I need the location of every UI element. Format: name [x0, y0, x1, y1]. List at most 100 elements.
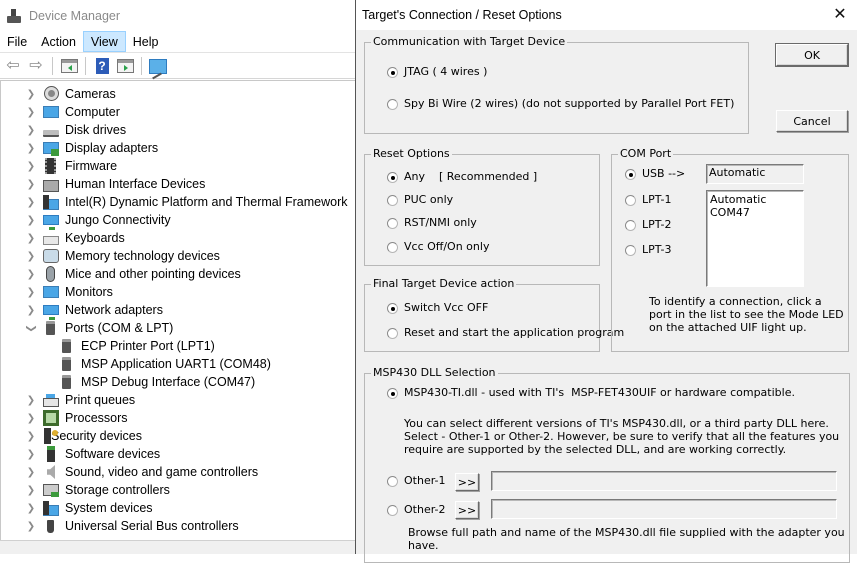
chevron-right-icon[interactable]: ❯ — [25, 143, 37, 154]
radio-button[interactable] — [387, 504, 398, 516]
radio-button[interactable] — [387, 475, 398, 487]
chevron-right-icon[interactable]: ❯ — [25, 431, 37, 442]
radio-reset-vcc[interactable]: Vcc Off/On only — [387, 240, 489, 254]
close-icon[interactable]: ✕ — [830, 5, 850, 25]
chevron-right-icon[interactable]: ❯ — [25, 287, 37, 298]
help-icon: ? — [95, 58, 109, 74]
ok-button[interactable]: OK — [775, 43, 849, 67]
radio-button[interactable] — [625, 168, 636, 180]
chevron-right-icon[interactable]: ❯ — [25, 89, 37, 100]
radio-button[interactable] — [387, 387, 398, 399]
other-1-path-field[interactable] — [491, 471, 837, 491]
radio-button[interactable] — [387, 302, 398, 314]
radio-other-2[interactable]: Other-2 — [387, 503, 446, 517]
chevron-right-icon[interactable]: ❯ — [25, 395, 37, 406]
radio-switch-vcc-off[interactable]: Switch Vcc OFF — [387, 301, 488, 315]
radio-button[interactable] — [387, 327, 398, 339]
chevron-right-icon[interactable]: ❯ — [25, 197, 37, 208]
chevron-right-icon[interactable]: ❯ — [25, 521, 37, 532]
tree-device[interactable]: MSP Debug Interface (COM47) — [59, 373, 255, 391]
tree-category[interactable]: ❯ Keyboards — [25, 229, 125, 247]
show-hide-console-tree-button[interactable] — [59, 56, 79, 76]
radio-jtag[interactable]: JTAG ( 4 wires ) — [387, 65, 487, 79]
chevron-right-icon[interactable]: ❯ — [25, 449, 37, 460]
radio-button[interactable] — [387, 98, 398, 110]
chevron-right-icon[interactable]: ❯ — [25, 215, 37, 226]
tree-category[interactable]: ❯ Print queues — [25, 391, 135, 409]
chevron-right-icon[interactable]: ❯ — [25, 467, 37, 478]
tree-category[interactable]: ❯ Display adapters — [25, 139, 158, 157]
tree-category[interactable]: ❯ Universal Serial Bus controllers — [25, 517, 239, 535]
tree-category[interactable]: ❯ Computer — [25, 103, 120, 121]
radio-lpt3[interactable]: LPT-3 — [625, 243, 671, 257]
port-listbox[interactable]: Automatic COM47 — [706, 190, 804, 287]
tree-category[interactable]: ❯ Intel(R) Dynamic Platform and Thermal F… — [25, 193, 347, 211]
tree-category[interactable]: ❯ Security devices — [25, 427, 142, 445]
menu-view[interactable]: View — [82, 31, 126, 52]
chevron-right-icon[interactable]: ❯ — [25, 233, 37, 244]
browse-other-1-button[interactable]: >> — [455, 473, 479, 491]
device-tree[interactable]: ❯ Cameras ❯ Computer ❯ Disk drives ❯ Display ad… — [0, 80, 355, 540]
radio-lpt1[interactable]: LPT-1 — [625, 193, 671, 207]
tree-category[interactable]: ❯ Software devices — [25, 445, 160, 463]
forward-button[interactable]: ⇨ — [26, 56, 46, 76]
chevron-right-icon[interactable]: ❯ — [25, 305, 37, 316]
tree-category[interactable]: ❯ Jungo Connectivity — [25, 211, 171, 230]
port-list-item[interactable]: COM47 — [710, 206, 800, 219]
chevron-right-icon[interactable]: ❯ — [25, 107, 37, 118]
chevron-down-icon[interactable]: ❯ — [26, 322, 37, 334]
other-2-path-field[interactable] — [491, 499, 837, 519]
tree-category[interactable]: ❯ Sound, video and game controllers — [25, 463, 258, 481]
tree-category[interactable]: ❯ Storage controllers — [25, 481, 170, 499]
radio-button[interactable] — [625, 194, 636, 206]
radio-button[interactable] — [625, 219, 636, 231]
cancel-button[interactable]: Cancel — [776, 110, 848, 132]
chevron-right-icon[interactable]: ❯ — [25, 161, 37, 172]
chevron-right-icon[interactable]: ❯ — [25, 413, 37, 424]
browse-other-2-button[interactable]: >> — [455, 501, 479, 519]
radio-reset-start[interactable]: Reset and start the application program — [387, 326, 624, 340]
scan-hardware-button[interactable] — [148, 56, 168, 76]
radio-button[interactable] — [387, 171, 398, 183]
tree-category[interactable]: ❯ Memory technology devices — [25, 247, 220, 265]
radio-button[interactable] — [387, 241, 398, 253]
tree-category[interactable]: ❯ Network adapters — [25, 301, 163, 320]
tree-category[interactable]: ❯ Monitors — [25, 283, 113, 301]
radio-button[interactable] — [387, 217, 398, 229]
tree-category[interactable]: ❯ Cameras — [25, 85, 116, 103]
radio-msp430-ti-dll[interactable]: MSP430-TI.dll - used with TI's MSP-FET43… — [387, 386, 795, 400]
port-list-item[interactable]: Automatic — [710, 193, 800, 206]
chevron-right-icon[interactable]: ❯ — [25, 485, 37, 496]
tree-device[interactable]: ECP Printer Port (LPT1) — [59, 337, 215, 355]
chevron-right-icon[interactable]: ❯ — [25, 269, 37, 280]
radio-button[interactable] — [387, 66, 398, 78]
tree-category[interactable]: ❯ Processors — [25, 409, 128, 427]
radio-other-1[interactable]: Other-1 — [387, 474, 446, 488]
radio-usb[interactable]: USB --> — [625, 167, 685, 181]
radio-reset-puc[interactable]: PUC only — [387, 193, 453, 207]
tree-category[interactable]: ❯ Ports (COM & LPT) — [25, 319, 173, 337]
chevron-right-icon[interactable]: ❯ — [25, 251, 37, 262]
menu-file[interactable]: File — [0, 31, 34, 52]
help-button[interactable]: ? — [92, 56, 112, 76]
tree-category[interactable]: ❯ Firmware — [25, 157, 117, 175]
menu-action[interactable]: Action — [34, 31, 83, 52]
tree-category[interactable]: ❯ System devices — [25, 499, 153, 517]
radio-button[interactable] — [387, 194, 398, 206]
menu-help[interactable]: Help — [126, 31, 166, 52]
radio-lpt2[interactable]: LPT-2 — [625, 218, 671, 232]
radio-reset-rst-nmi[interactable]: RST/NMI only — [387, 216, 477, 230]
tree-device[interactable]: MSP Application UART1 (COM48) — [59, 355, 271, 373]
chevron-right-icon[interactable]: ❯ — [25, 179, 37, 190]
tree-label: Firmware — [65, 159, 118, 173]
chevron-right-icon[interactable]: ❯ — [25, 503, 37, 514]
radio-button[interactable] — [625, 244, 636, 256]
radio-reset-any[interactable]: Any [ Recommended ] — [387, 170, 537, 184]
back-button[interactable]: ⇦ — [3, 56, 23, 76]
chevron-right-icon[interactable]: ❯ — [25, 125, 37, 136]
radio-spy-bi-wire[interactable]: Spy Bi Wire (2 wires) (do not supported … — [387, 97, 734, 111]
tree-category[interactable]: ❯ Disk drives — [25, 121, 126, 139]
tree-category[interactable]: ❯ Human Interface Devices — [25, 175, 205, 193]
tree-category[interactable]: ❯ Mice and other pointing devices — [25, 265, 241, 283]
show-action-pane-button[interactable] — [115, 56, 135, 76]
